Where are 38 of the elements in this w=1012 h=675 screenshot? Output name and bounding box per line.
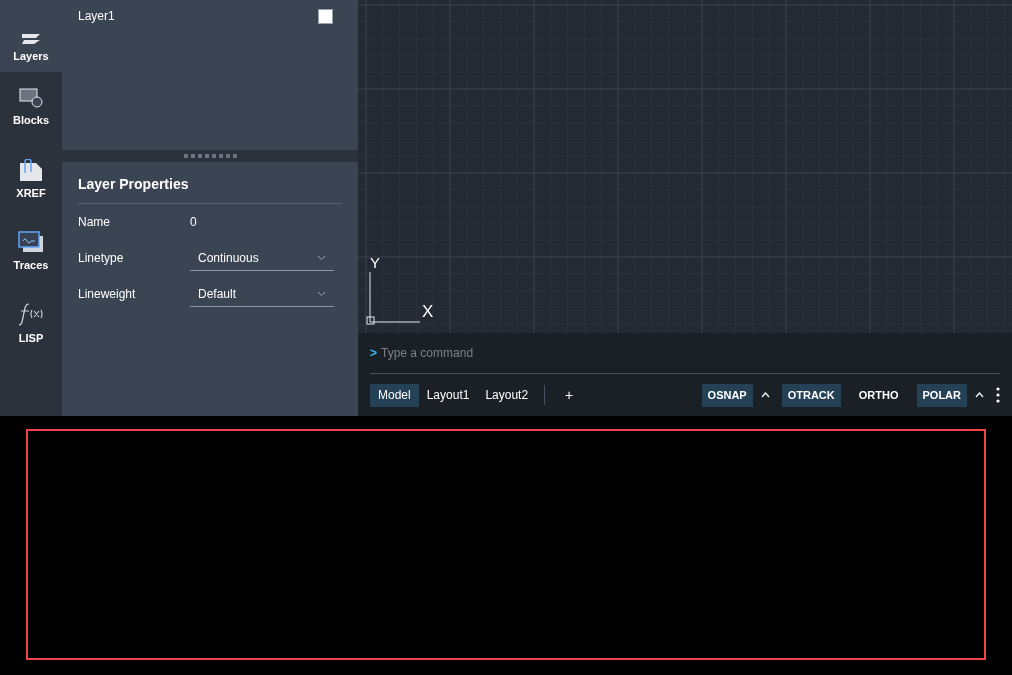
status-toggle[interactable]: OSNAP — [701, 383, 753, 407]
property-label: Lineweight — [78, 286, 137, 303]
drawing-canvas[interactable]: Y X — [358, 0, 1012, 333]
chevron-down-icon — [317, 254, 326, 261]
property-label: Linetype — [78, 250, 125, 267]
blocks-icon — [19, 87, 43, 108]
caret-up-icon[interactable] — [975, 392, 984, 398]
rail-button[interactable]: LISP — [0, 288, 62, 360]
traces-icon — [18, 230, 44, 253]
property-dropdown[interactable]: Continuous — [190, 245, 334, 271]
more-icon[interactable] — [996, 387, 1000, 403]
layout-tab[interactable]: Model — [370, 383, 419, 407]
axis-label: X — [422, 303, 434, 320]
layer-color-swatch[interactable] — [318, 8, 333, 24]
layout-tab[interactable]: Layout2 — [477, 383, 537, 407]
chevron-down-icon — [317, 290, 326, 297]
status-toggle[interactable]: ORTHO — [852, 383, 905, 407]
status-toggle[interactable]: OTRACK — [781, 383, 841, 407]
property-value: 0 — [190, 214, 197, 231]
property-dropdown[interactable]: Default — [190, 281, 334, 307]
rail-button[interactable]: Layers — [0, 0, 62, 72]
function-icon — [18, 301, 44, 326]
layer-name[interactable]: Layer1 — [78, 7, 115, 25]
rail-button[interactable]: Blocks — [0, 72, 62, 144]
command-field[interactable]: Type a command — [381, 344, 1000, 362]
panel-title: Layer Properties — [78, 162, 342, 204]
status-toggle[interactable]: POLAR — [916, 383, 967, 407]
rail-button[interactable]: XREF — [0, 144, 62, 216]
splitter-handle[interactable] — [62, 150, 358, 162]
property-label: Name — [78, 214, 111, 231]
add-layout-button[interactable]: + — [553, 384, 586, 406]
paperclip-document-icon — [19, 158, 43, 181]
axis-label: Y — [370, 253, 380, 273]
prompt-icon: > — [370, 344, 377, 362]
caret-up-icon[interactable] — [760, 392, 770, 398]
rail-button[interactable]: Traces — [0, 216, 62, 288]
layout-tab[interactable]: Layout1 — [418, 383, 478, 407]
layers-icon — [20, 33, 42, 44]
